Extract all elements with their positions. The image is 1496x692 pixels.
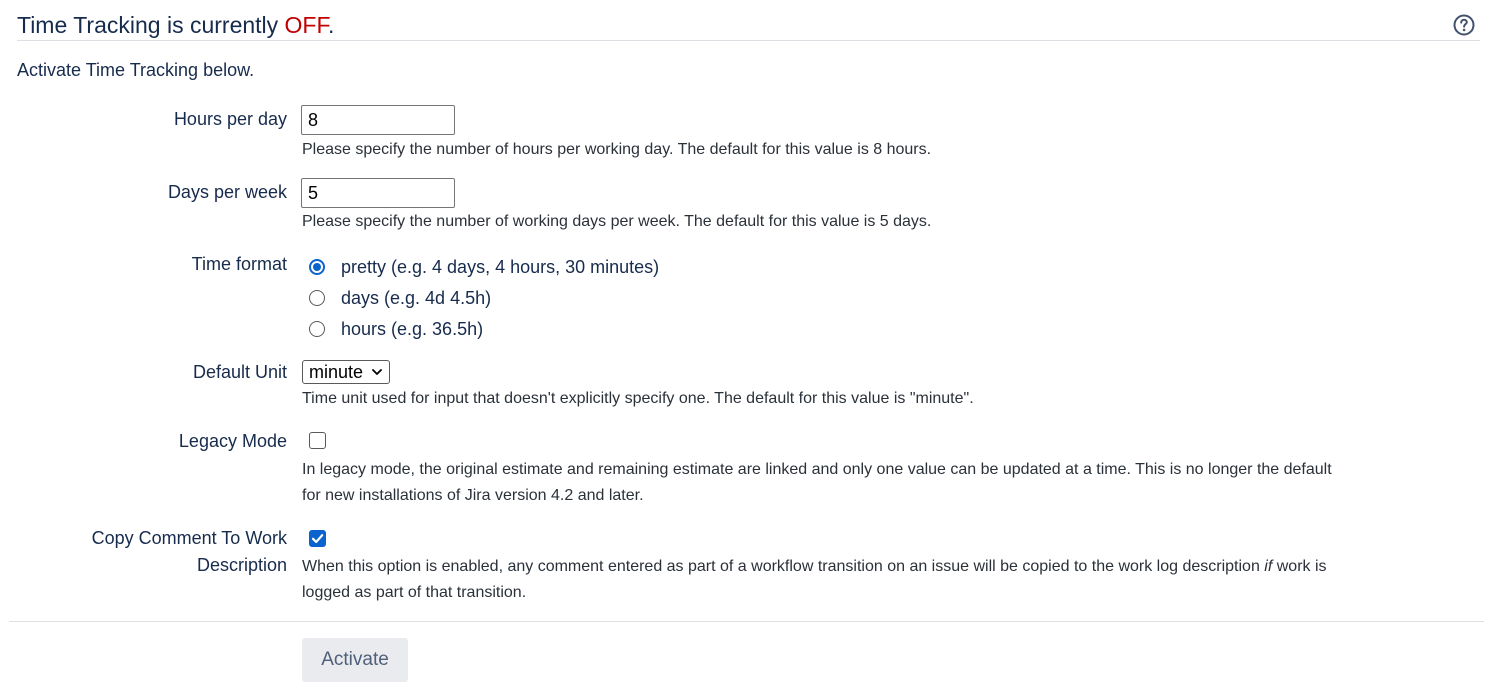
radio-pretty[interactable] — [309, 259, 325, 275]
default-unit-select[interactable]: minute — [302, 360, 391, 384]
legacy-mode-description-line1: In legacy mode, the original estimate an… — [302, 461, 1332, 478]
default-unit-selected: minute — [309, 361, 364, 382]
hours-per-day-label: Hours per day — [173, 109, 287, 129]
page-title: Time Tracking is currently OFF. — [17, 12, 334, 39]
default-unit-label: Default Unit — [192, 362, 287, 382]
time-format-option-hours[interactable]: hours (e.g. 36.5h) — [309, 317, 483, 341]
title-suffix: . — [328, 12, 335, 38]
radio-hours[interactable] — [309, 321, 325, 337]
title-prefix: Time Tracking is currently — [17, 12, 285, 38]
copy-comment-label-line2: Description — [196, 555, 287, 575]
time-format-option-pretty[interactable]: pretty (e.g. 4 days, 4 hours, 30 minutes… — [309, 255, 659, 279]
check-icon — [311, 534, 324, 544]
days-per-week-description: Please specify the number of working day… — [302, 213, 932, 230]
status-off: OFF — [284, 12, 328, 38]
radio-pretty-label: pretty (e.g. 4 days, 4 hours, 30 minutes… — [341, 256, 660, 277]
activate-button[interactable]: Activate — [302, 638, 408, 682]
copy-comment-description-line1: When this option is enabled, any comment… — [302, 554, 1327, 580]
copy-comment-desc-pre: When this option is enabled, any comment… — [302, 558, 1265, 575]
legacy-mode-checkbox[interactable] — [309, 432, 326, 449]
radio-days[interactable] — [309, 290, 325, 306]
hours-per-day-description: Please specify the number of hours per w… — [302, 141, 932, 158]
radio-days-label: days (e.g. 4d 4.5h) — [341, 287, 492, 308]
copy-comment-description-line2: logged as part of that transition. — [302, 584, 527, 601]
footer-divider — [9, 621, 1484, 622]
time-format-option-days[interactable]: days (e.g. 4d 4.5h) — [309, 286, 491, 310]
chevron-down-icon — [372, 369, 382, 375]
legacy-mode-description-line2: for new installations of Jira version 4.… — [302, 487, 644, 504]
intro-text: Activate Time Tracking below. — [17, 60, 255, 80]
copy-comment-checkbox[interactable] — [309, 530, 326, 547]
days-per-week-input[interactable] — [301, 178, 455, 208]
time-format-label: Time format — [191, 254, 287, 274]
header-divider — [17, 40, 1480, 41]
hours-per-day-input[interactable] — [301, 105, 455, 135]
days-per-week-label: Days per week — [167, 182, 287, 202]
default-unit-description: Time unit used for input that doesn't ex… — [302, 390, 974, 407]
copy-comment-desc-post: work is — [1272, 558, 1327, 575]
help-icon[interactable] — [1453, 14, 1475, 36]
radio-hours-label: hours (e.g. 36.5h) — [341, 318, 484, 339]
copy-comment-label-line1: Copy Comment To Work — [91, 528, 287, 548]
legacy-mode-label: Legacy Mode — [178, 431, 287, 451]
